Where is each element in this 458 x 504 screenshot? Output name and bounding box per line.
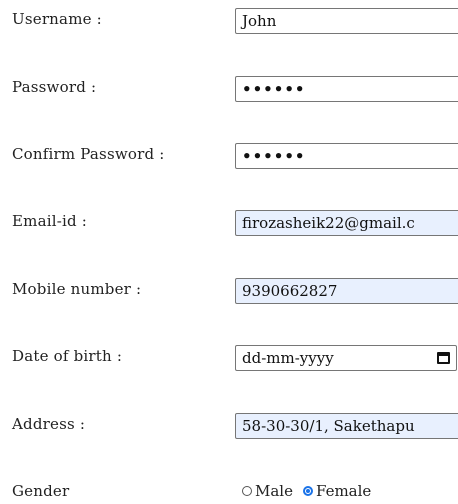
radio-female[interactable] xyxy=(302,486,313,496)
confirm-password-label: Confirm Password : xyxy=(12,145,165,163)
email-input[interactable]: firozasheik22@gmail.c xyxy=(235,210,458,236)
radio-male[interactable] xyxy=(242,486,252,496)
mobile-row: Mobile number : 9390662827 xyxy=(0,272,458,312)
dob-label: Date of birth : xyxy=(12,347,123,365)
mobile-input[interactable]: 9390662827 xyxy=(235,278,458,304)
email-row: Email-id : firozasheik22@gmail.c xyxy=(0,204,458,244)
gender-option-female[interactable]: Female xyxy=(302,482,372,500)
password-label: Password : xyxy=(12,78,97,96)
dob-placeholder: dd-mm-yyyy xyxy=(242,349,334,367)
address-label: Address : xyxy=(12,415,86,433)
email-label: Email-id : xyxy=(12,212,88,230)
mobile-label: Mobile number : xyxy=(12,280,142,298)
gender-options: Male Female xyxy=(242,482,381,500)
username-input[interactable]: John xyxy=(235,8,458,34)
username-row: Username : John xyxy=(0,2,458,42)
gender-label: Gender xyxy=(12,482,70,500)
gender-option-male[interactable]: Male xyxy=(242,482,293,500)
address-input[interactable]: 58-30-30/1, Sakethapu xyxy=(235,413,458,439)
password-input[interactable]: •••••• xyxy=(235,76,458,102)
username-label: Username : xyxy=(12,10,102,28)
dob-row: Date of birth : dd-mm-yyyy xyxy=(0,339,458,379)
calendar-icon[interactable] xyxy=(437,352,450,364)
dob-input[interactable]: dd-mm-yyyy xyxy=(235,345,457,371)
password-row: Password : •••••• xyxy=(0,70,458,110)
gender-male-label: Male xyxy=(255,482,293,500)
address-row: Address : 58-30-30/1, Sakethapu xyxy=(0,407,458,447)
confirm-password-row: Confirm Password : •••••• xyxy=(0,137,458,177)
gender-row: Gender Male Female xyxy=(0,474,458,504)
gender-female-label: Female xyxy=(315,482,372,500)
confirm-password-input[interactable]: •••••• xyxy=(235,143,458,169)
